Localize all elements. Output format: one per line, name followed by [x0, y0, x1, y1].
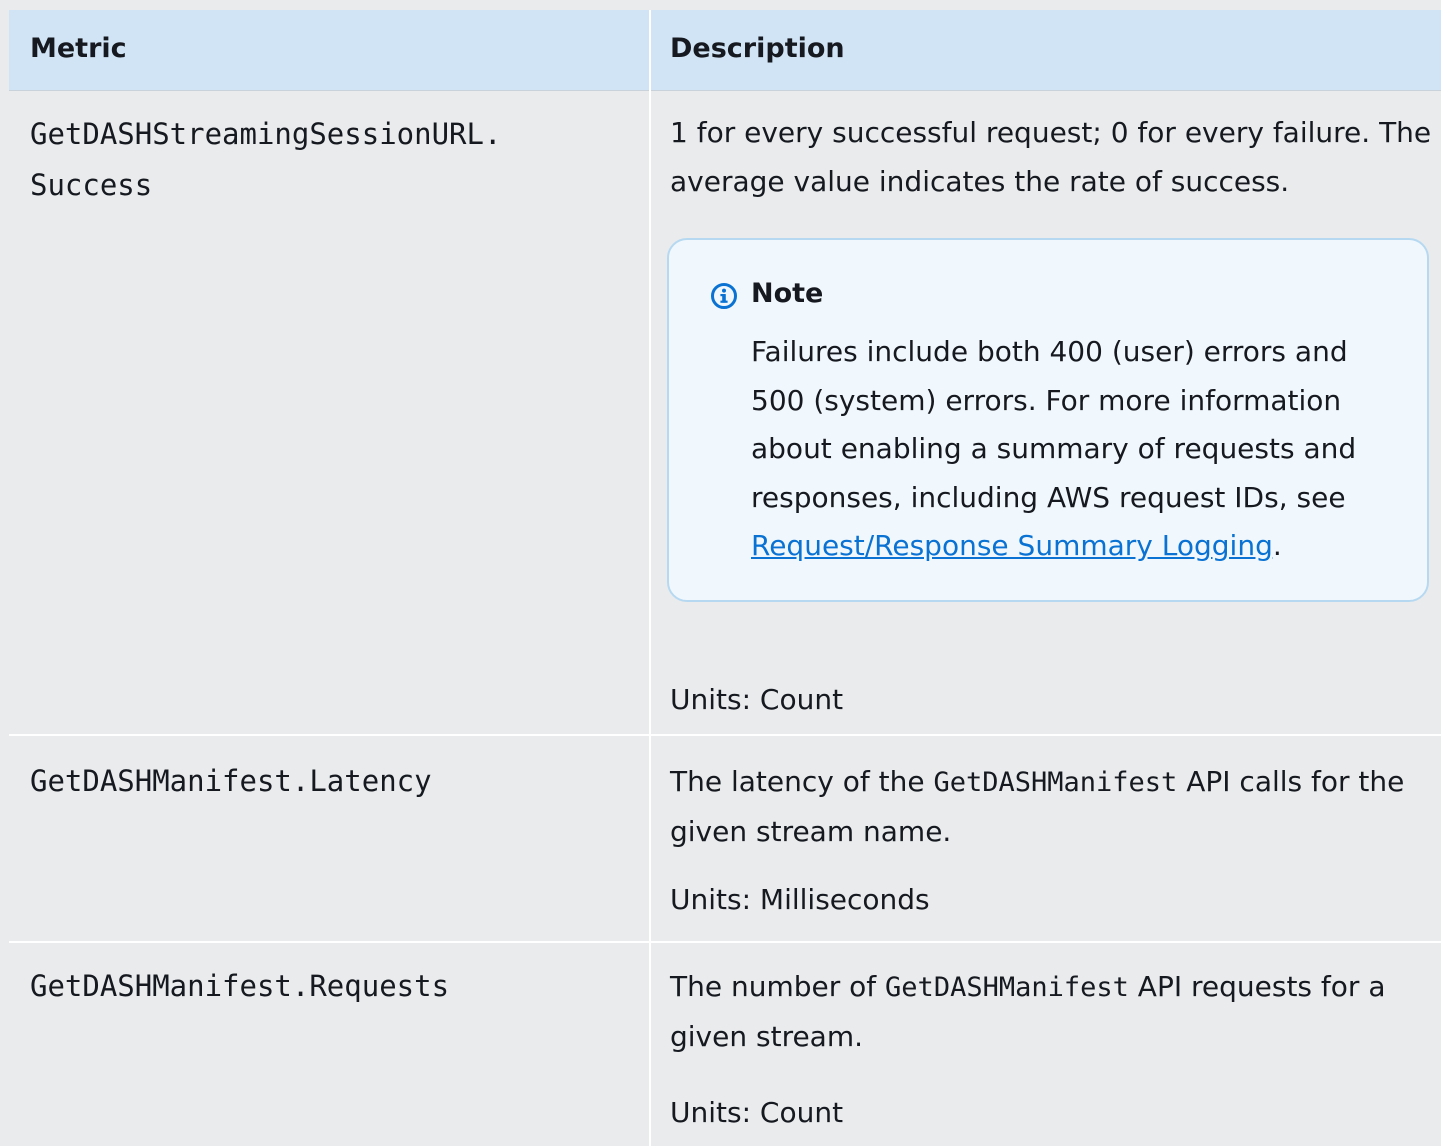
table-row: GetDASHStreamingSessionURL. Success 1 fo…	[9, 91, 1441, 736]
header-metric: Metric	[30, 33, 127, 64]
metrics-table: Metric Description GetDASHStreamingSessi…	[9, 10, 1441, 1146]
metric-name-line: GetDASHStreamingSessionURL.	[30, 117, 502, 151]
info-icon	[711, 283, 737, 309]
metric-name: GetDASHStreamingSessionURL. Success	[30, 109, 501, 211]
metric-description: The latency of the GetDASHManifest API c…	[670, 757, 1440, 856]
metric-description: 1 for every successful request; 0 for ev…	[670, 116, 1432, 198]
metric-units: Units: Milliseconds	[670, 883, 930, 916]
description-text: The latency of the	[670, 765, 934, 798]
header-description: Description	[670, 33, 845, 64]
table-row: GetDASHManifest.Latency The latency of t…	[9, 736, 1441, 942]
description-text: The number of	[670, 970, 886, 1003]
note-box: Note Failures include both 400 (user) er…	[667, 238, 1429, 602]
metric-name: GetDASHManifest.Requests	[30, 969, 450, 1003]
metric-units: Units: Count	[670, 683, 844, 716]
metric-name-line: Success	[30, 168, 153, 202]
api-name-code: GetDASHManifest	[885, 972, 1129, 1003]
note-body: Failures include both 400 (user) errors …	[751, 328, 1406, 571]
metric-units: Units: Count	[670, 1096, 844, 1129]
table-header-row: Metric Description	[9, 10, 1441, 91]
metric-description: The number of GetDASHManifest API reques…	[670, 962, 1410, 1061]
table-row: GetDASHManifest.Requests The number of G…	[9, 943, 1441, 1146]
api-name-code: GetDASHManifest	[933, 767, 1178, 798]
note-text: Failures include both 400 (user) errors …	[751, 335, 1357, 514]
metric-name: GetDASHManifest.Latency	[30, 764, 432, 798]
note-title: Note	[751, 278, 824, 309]
request-response-summary-logging-link[interactable]: Request/Response Summary Logging	[751, 529, 1273, 562]
note-text-end: .	[1272, 529, 1282, 562]
